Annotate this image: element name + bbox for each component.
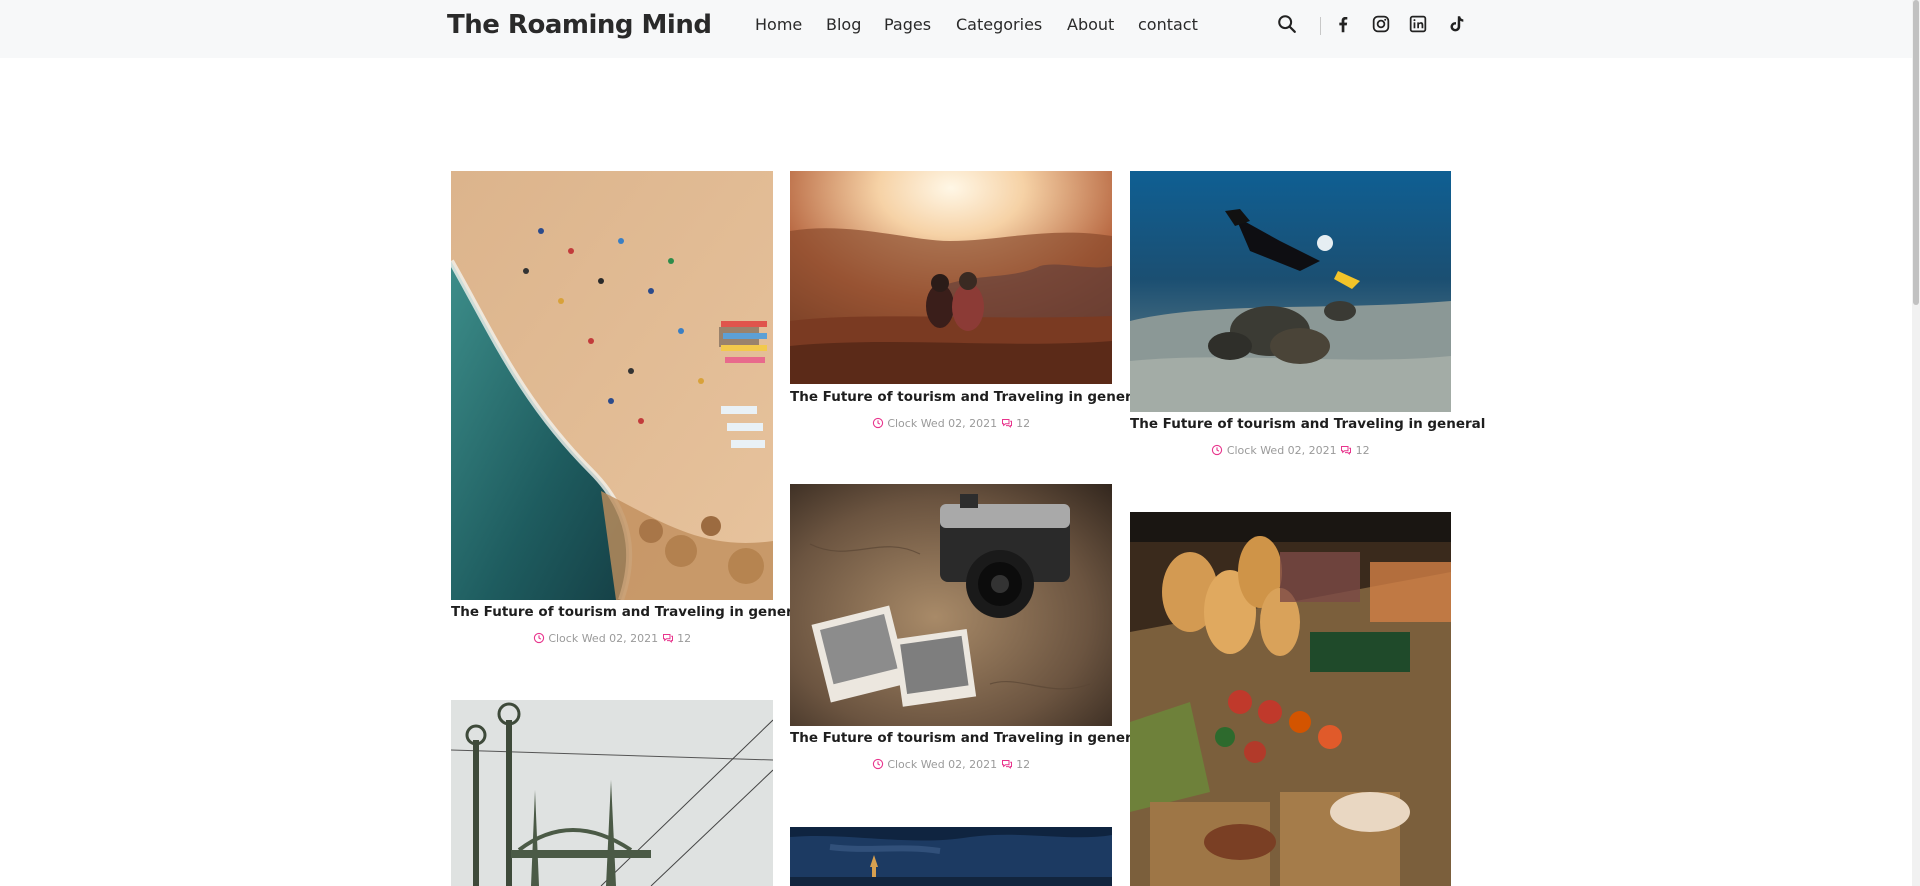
page-scrollbar-thumb[interactable] xyxy=(1913,0,1919,305)
tiktok-icon[interactable] xyxy=(1445,13,1467,35)
post-card[interactable] xyxy=(1130,512,1451,886)
site-header: The Roaming Mind Home Blog Pages Categor… xyxy=(0,0,1920,58)
linkedin-icon[interactable] xyxy=(1407,13,1429,35)
post-comment-count: 12 xyxy=(1016,417,1031,430)
nav-item-home[interactable]: Home xyxy=(755,15,802,34)
clock-icon xyxy=(872,758,884,770)
post-image[interactable] xyxy=(1130,171,1451,412)
nav-item-categories[interactable]: Categories xyxy=(956,15,1042,34)
post-image[interactable] xyxy=(790,171,1112,384)
post-image[interactable] xyxy=(451,700,773,886)
post-card[interactable]: The Future of tourism and Traveling in g… xyxy=(451,171,806,649)
comments-icon xyxy=(662,632,674,644)
post-date: Clock Wed 02, 2021 xyxy=(887,417,998,430)
post-card[interactable]: The Future of tourism and Traveling in g… xyxy=(790,171,1145,438)
post-title[interactable]: The Future of tourism and Traveling in g… xyxy=(790,730,1145,746)
post-comment-count: 12 xyxy=(1355,444,1370,457)
post-card[interactable] xyxy=(451,700,773,886)
comments-icon xyxy=(1340,444,1352,456)
post-comment-count: 12 xyxy=(1016,758,1031,771)
comments-icon xyxy=(1001,758,1013,770)
site-logo[interactable]: The Roaming Mind xyxy=(447,10,712,40)
post-card[interactable]: The Future of tourism and Traveling in g… xyxy=(790,484,1145,778)
post-meta: Clock Wed 02, 2021 12 xyxy=(451,632,773,645)
search-icon[interactable] xyxy=(1276,13,1298,35)
post-image[interactable] xyxy=(451,171,773,600)
clock-icon xyxy=(1211,444,1223,456)
post-meta: Clock Wed 02, 2021 12 xyxy=(1130,444,1451,457)
post-image[interactable] xyxy=(1130,512,1451,886)
instagram-icon[interactable] xyxy=(1370,13,1392,35)
nav-item-about[interactable]: About xyxy=(1067,15,1114,34)
comments-icon xyxy=(1001,417,1013,429)
clock-icon xyxy=(872,417,884,429)
clock-icon xyxy=(533,632,545,644)
post-date: Clock Wed 02, 2021 xyxy=(887,758,998,771)
post-date: Clock Wed 02, 2021 xyxy=(548,632,659,645)
nav-item-blog[interactable]: Blog xyxy=(826,15,861,34)
post-card[interactable] xyxy=(790,827,1112,886)
nav-item-pages[interactable]: Pages xyxy=(884,15,931,34)
post-meta: Clock Wed 02, 2021 12 xyxy=(790,758,1112,771)
post-title[interactable]: The Future of tourism and Traveling in g… xyxy=(790,389,1145,405)
nav-item-contact[interactable]: contact xyxy=(1138,15,1198,34)
post-image[interactable] xyxy=(790,484,1112,726)
post-meta: Clock Wed 02, 2021 12 xyxy=(790,417,1112,430)
post-date: Clock Wed 02, 2021 xyxy=(1226,444,1337,457)
header-divider xyxy=(1320,17,1321,35)
post-title[interactable]: The Future of tourism and Traveling in g… xyxy=(451,604,806,620)
facebook-icon[interactable] xyxy=(1332,13,1354,35)
post-image[interactable] xyxy=(790,827,1112,886)
post-title[interactable]: The Future of tourism and Traveling in g… xyxy=(1130,416,1485,432)
post-card[interactable]: The Future of tourism and Traveling in g… xyxy=(1130,171,1485,465)
post-comment-count: 12 xyxy=(677,632,692,645)
